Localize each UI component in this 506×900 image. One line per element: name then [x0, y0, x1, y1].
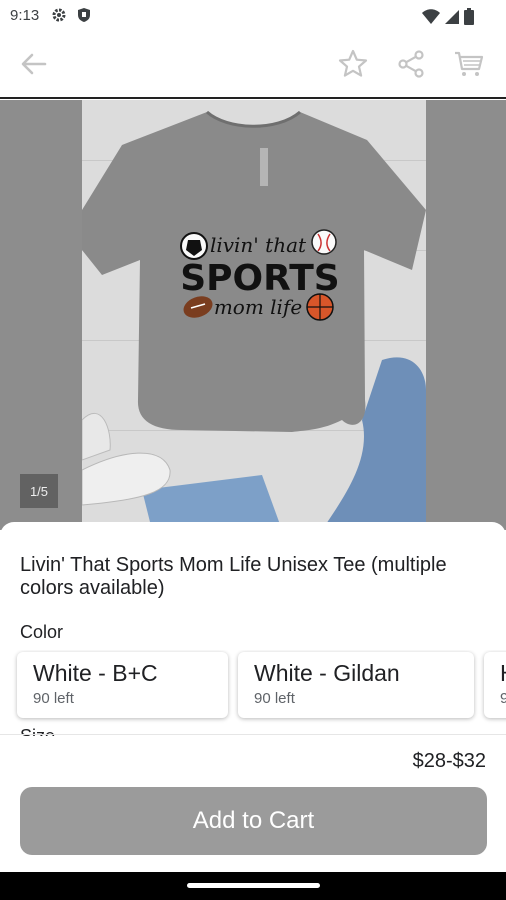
share-button[interactable]: [393, 48, 429, 84]
signal-icon: [444, 9, 460, 30]
color-option-name: H: [500, 660, 506, 687]
color-option-stock: 90 left: [254, 690, 295, 707]
color-option-name: White - B+C: [33, 660, 158, 686]
product-image-carousel[interactable]: livin' that SPORTS mom life 1/5: [0, 100, 506, 530]
color-option-card[interactable]: White - B+C 90 left: [17, 652, 228, 718]
shirt-text-line2: SPORTS: [180, 258, 340, 299]
home-handle[interactable]: [187, 883, 320, 888]
product-title: Livin' That Sports Mom Life Unisex Tee (…: [20, 554, 447, 599]
share-icon: [396, 49, 426, 84]
favorite-button[interactable]: [335, 48, 371, 84]
product-details-sheet: Livin' That Sports Mom Life Unisex Tee (…: [0, 522, 506, 872]
shirt-text-line1: livin' that: [210, 233, 307, 257]
battery-icon: [464, 8, 474, 30]
status-bar: 9:13: [0, 0, 506, 32]
color-option-stock: 90 left: [33, 690, 74, 707]
tshirt-illustration: livin' that SPORTS mom life: [82, 110, 426, 530]
shield-icon: [77, 7, 91, 28]
navigation-bar: [0, 872, 506, 900]
gear-icon: [51, 7, 67, 28]
color-option-card[interactable]: H 9: [484, 652, 506, 718]
cart-icon: [453, 48, 485, 85]
divider: [0, 734, 506, 735]
color-option-stock: 9: [500, 690, 506, 707]
cart-button[interactable]: [451, 48, 487, 84]
price: $28-$32: [412, 750, 486, 772]
back-button[interactable]: [16, 48, 52, 84]
wifi-icon: [422, 8, 440, 30]
image-counter: 1/5: [20, 474, 58, 508]
star-icon: [337, 48, 369, 85]
toolbar: [0, 32, 506, 99]
color-option-card[interactable]: White - Gildan 90 left: [238, 652, 474, 718]
status-time: 9:13: [10, 7, 40, 24]
shirt-text-line3: mom life: [214, 295, 302, 319]
arrow-back-icon: [19, 49, 49, 84]
add-to-cart-button[interactable]: Add to Cart: [20, 787, 487, 855]
color-label: Color: [20, 622, 64, 642]
product-photo: livin' that SPORTS mom life: [82, 100, 426, 530]
color-option-name: White - Gildan: [254, 660, 400, 686]
color-options: White - B+C 90 left White - Gildan 90 le…: [0, 650, 506, 730]
